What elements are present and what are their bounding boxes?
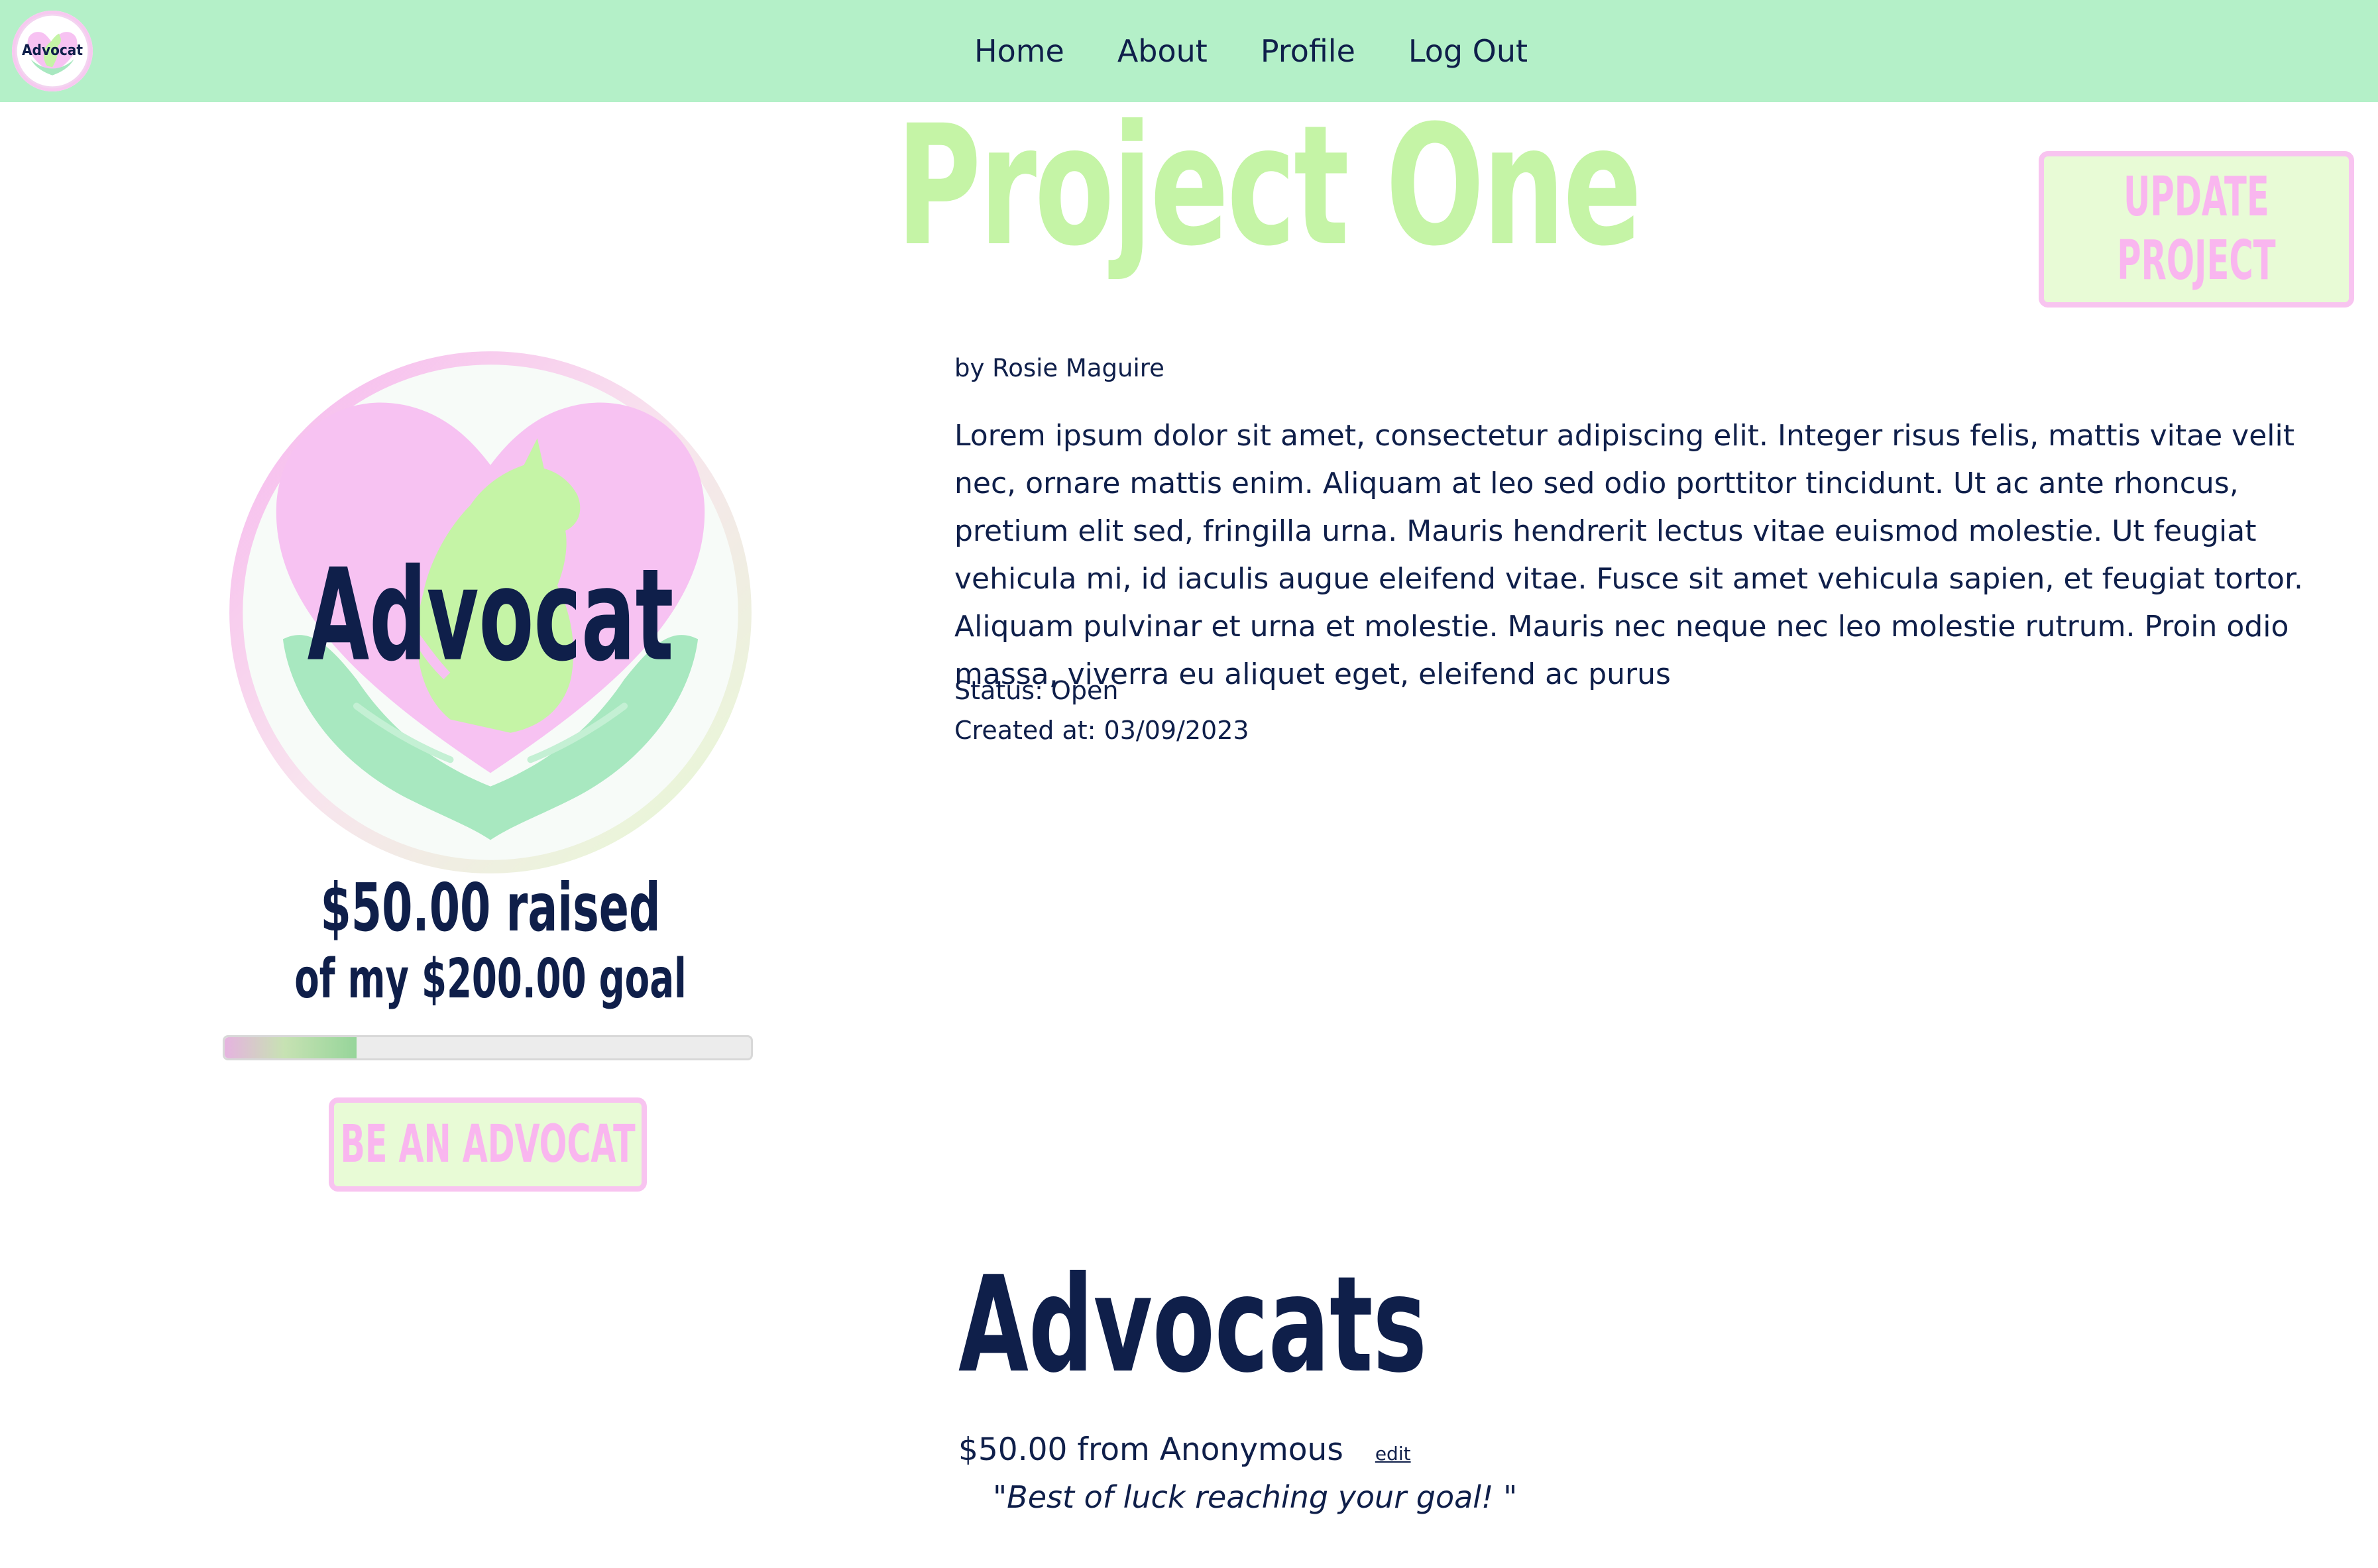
pledge-comment: "Best of luck reaching your goal! " [993, 1479, 1518, 1515]
advocat-logo-icon[interactable]: Advocat [12, 11, 93, 91]
be-an-advocat-label: BE AN ADVOCAT [340, 1115, 636, 1174]
update-button-line-2: PROJECT [2117, 229, 2276, 292]
update-button-line-1: UPDATE [2123, 166, 2269, 229]
project-description: Lorem ipsum dolor sit amet, consectetur … [954, 419, 2303, 691]
pledge-summary: $50.00 from Anonymous [958, 1431, 1343, 1468]
amount-raised: $50.00 raised [320, 869, 661, 946]
nav-link-about[interactable]: About [1117, 33, 1208, 69]
be-an-advocat-button[interactable]: BE AN ADVOCAT [329, 1097, 647, 1192]
hero-logo-text: Advocat [308, 541, 674, 690]
update-project-button[interactable]: UPDATE PROJECT [2039, 151, 2354, 308]
project-author: by Rosie Maguire [954, 354, 1164, 382]
fundraising-progress-bar [223, 1035, 753, 1060]
progress-fill [225, 1037, 357, 1058]
top-navbar: Advocat Home About Profile Log Out [0, 0, 2378, 102]
pledge-item: $50.00 from Anonymous edit [958, 1431, 1411, 1468]
edit-pledge-link[interactable]: edit [1375, 1443, 1411, 1465]
nav-links: Home About Profile Log Out [974, 0, 1528, 102]
nav-link-log-out[interactable]: Log Out [1408, 33, 1528, 69]
fundraising-summary: $50.00 raised of my $200.00 goal [223, 871, 758, 1014]
nav-link-home[interactable]: Home [974, 33, 1064, 69]
project-title: Project One [896, 89, 1642, 282]
nav-link-profile[interactable]: Profile [1261, 33, 1355, 69]
advocats-heading: Advocats [958, 1248, 1427, 1402]
project-status: Status: Open [954, 676, 1119, 705]
nav-logo-text: Advocat [22, 42, 83, 59]
project-image: Advocat [223, 345, 758, 880]
fundraising-goal: of my $200.00 goal [294, 948, 687, 1011]
project-created-at: Created at: 03/09/2023 [954, 716, 1249, 745]
